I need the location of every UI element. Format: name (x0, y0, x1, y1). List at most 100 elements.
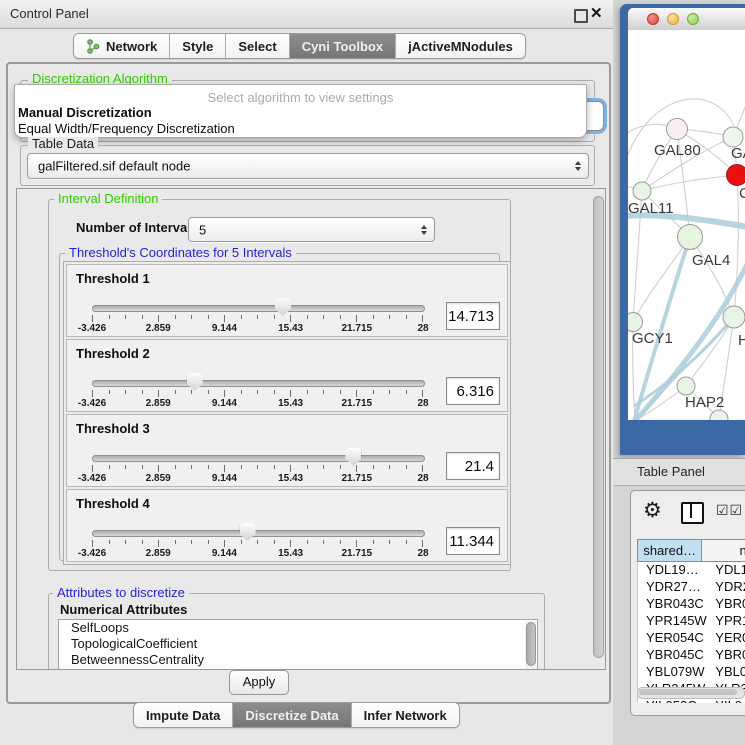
threshold-value-field[interactable]: 14.713 (446, 302, 500, 330)
attributes-scrollbar[interactable] (525, 621, 536, 669)
attribute-list-item[interactable]: SelfLoops (59, 620, 537, 636)
settings-scrollbar[interactable] (592, 192, 604, 664)
table-row[interactable]: YDR27…YDR2 (638, 579, 745, 596)
table-row[interactable]: YBR043CYBR0 (638, 596, 745, 613)
network-node-ga[interactable] (723, 127, 743, 147)
tick-mark (208, 465, 209, 469)
scale-label: 2.859 (146, 323, 171, 334)
close-icon[interactable]: ✕ (590, 4, 603, 24)
algorithm-option-manual[interactable]: Manual Discretization (18, 105, 152, 120)
minimize-traffic-light[interactable] (667, 13, 679, 25)
scale-label: 2.859 (146, 473, 171, 484)
cell-shared-name[interactable]: YBR043C (638, 596, 707, 613)
split-columns-icon[interactable] (681, 502, 704, 524)
tab-cyni-toolbox[interactable]: Cyni Toolbox (289, 34, 395, 58)
cell-shared-name[interactable]: YPR145W (638, 613, 707, 630)
cell-shared-name[interactable]: YBR045C (638, 647, 707, 664)
tick-mark (422, 465, 423, 472)
panel-title: Control Panel (10, 0, 89, 28)
checkbox-columns-icon[interactable]: ☑☑ (716, 502, 743, 519)
float-window-icon[interactable] (574, 9, 588, 23)
network-node-hap2[interactable] (677, 377, 695, 395)
tick-mark (241, 540, 242, 544)
tick-mark (92, 465, 93, 472)
network-node-h[interactable] (723, 306, 745, 328)
table-row[interactable]: YER054CYER0 (638, 630, 745, 647)
slider-ticks (92, 465, 423, 473)
network-edge[interactable] (635, 419, 719, 420)
tab-network[interactable]: Network (74, 34, 169, 58)
attribute-list-item[interactable]: BetweennessCentrality (59, 652, 537, 668)
slider-track[interactable] (92, 305, 425, 312)
cell-name[interactable]: YDR2 (707, 579, 745, 596)
threshold-value-field[interactable]: 6.316 (446, 377, 500, 405)
tick-mark (175, 540, 176, 544)
tab-select[interactable]: Select (225, 34, 288, 58)
table-row[interactable]: YPR145WYPR1 (638, 613, 745, 630)
tab-label: Impute Data (146, 708, 220, 723)
threshold-value-field[interactable]: 21.4 (446, 452, 500, 480)
network-node-c[interactable] (727, 165, 745, 186)
tab-impute-data[interactable]: Impute Data (134, 703, 232, 727)
tick-mark (323, 315, 324, 319)
numerical-attributes-list[interactable]: SelfLoopsTopologicalCoefficientBetweenne… (58, 619, 538, 670)
interval-definition-title: Interval Definition (54, 192, 162, 206)
gear-icon[interactable]: ⚙ (643, 499, 662, 523)
scale-label: 2.859 (146, 398, 171, 409)
attribute-list-item[interactable]: TopologicalCoefficient (59, 636, 537, 652)
apply-button[interactable]: Apply (229, 670, 289, 695)
tab-infer-network[interactable]: Infer Network (351, 703, 459, 727)
cell-name[interactable]: YBL0 (707, 664, 745, 681)
algorithm-option-equal-width[interactable]: Equal Width/Frequency Discretization (18, 121, 235, 136)
cell-name[interactable]: YER0 (707, 630, 745, 647)
number-of-intervals-combo[interactable]: 5 (188, 217, 435, 242)
network-edge[interactable] (734, 175, 738, 317)
slider-thumb[interactable] (187, 373, 203, 391)
network-window-titlebar[interactable] (628, 8, 745, 31)
table-row[interactable]: YDL19…YDL1 (638, 562, 745, 579)
tab-discretize-data[interactable]: Discretize Data (232, 703, 350, 727)
tick-mark (323, 390, 324, 394)
network-canvas[interactable]: GAL80GACGAL11GAL4GCY1HHAP2 (628, 30, 745, 420)
slider-thumb[interactable] (345, 448, 361, 466)
tick-mark (158, 315, 159, 322)
slider-thumb[interactable] (275, 298, 291, 316)
cell-name[interactable]: YDL1 (707, 562, 745, 579)
network-node-gal4[interactable] (678, 225, 703, 250)
network-node-gal11[interactable] (633, 182, 651, 200)
tick-mark (125, 465, 126, 469)
network-node[interactable] (710, 410, 728, 420)
cell-shared-name[interactable]: YDL19… (638, 562, 707, 579)
tick-mark (373, 465, 374, 469)
tab-jactivemnodules[interactable]: jActiveMNodules (395, 34, 525, 58)
column-header-name[interactable]: na (702, 539, 745, 562)
tab-style[interactable]: Style (169, 34, 225, 58)
cell-name[interactable]: YBR0 (707, 647, 745, 664)
slider-track[interactable] (92, 455, 425, 462)
network-edge[interactable] (642, 175, 737, 191)
table-row[interactable]: YBR045CYBR0 (638, 647, 745, 664)
network-edge[interactable] (633, 237, 690, 322)
cell-name[interactable]: YPR1 (707, 613, 745, 630)
tick-mark (191, 315, 192, 319)
table-data-combo-value: galFiltered.sif default node (38, 159, 190, 174)
table-row[interactable]: YBL079WYBL0 (638, 664, 745, 681)
cell-name[interactable]: YBR0 (707, 596, 745, 613)
table-horizontal-scrollbar[interactable] (637, 687, 745, 699)
column-header-shared-name[interactable]: shared… (637, 539, 702, 562)
tick-mark (422, 540, 423, 547)
cell-shared-name[interactable]: YDR27… (638, 579, 707, 596)
network-node-gal80[interactable] (667, 119, 688, 140)
cell-shared-name[interactable]: YER054C (638, 630, 707, 647)
slider-track[interactable] (92, 380, 425, 387)
tick-mark (224, 540, 225, 547)
zoom-traffic-light[interactable] (687, 13, 699, 25)
cell-shared-name[interactable]: YBL079W (638, 664, 707, 681)
cyni-toolbox-panel: Discretization Algorithm Select algorith… (6, 62, 611, 704)
slider-track[interactable] (92, 530, 425, 537)
threshold-value-field[interactable]: 11.344 (446, 527, 500, 555)
network-node-gcy1[interactable] (628, 313, 643, 332)
table-data-combo[interactable]: galFiltered.sif default node (27, 153, 589, 179)
close-traffic-light[interactable] (647, 13, 659, 25)
slider-thumb[interactable] (240, 523, 256, 541)
